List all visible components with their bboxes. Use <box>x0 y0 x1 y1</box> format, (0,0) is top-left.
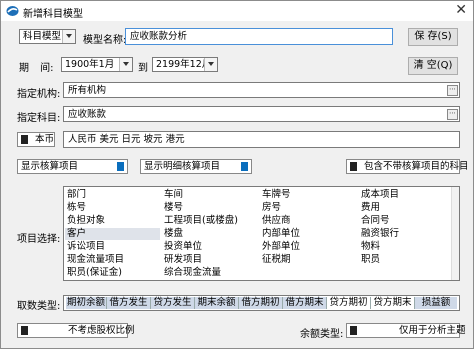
window-title: 新增科目模型 <box>23 9 83 20</box>
show-detail-toggle[interactable]: 显示明细核算项目 <box>140 159 252 174</box>
local-currency-toggle[interactable]: 本币 <box>17 132 55 147</box>
list-item[interactable]: 供应商 <box>262 215 291 227</box>
fetch-type-option[interactable]: 贷方期末 <box>371 297 414 309</box>
items-label: 项目选择: <box>17 234 61 245</box>
account-value: 应收账款 <box>68 109 107 120</box>
list-item[interactable]: 合同号 <box>361 215 390 227</box>
fetch-type-option[interactable]: 借方期末 <box>283 297 326 309</box>
toggle-indicator-icon <box>21 326 28 335</box>
org-label: 指定机构: <box>17 89 61 100</box>
toggle-indicator-icon <box>241 162 248 171</box>
items-listbox[interactable]: 部门 栋号 负担对象 客户 诉讼项目 现金流量项目 职员(保证金) 车间 楼号 工程项目(或楼盘)… <box>63 186 460 281</box>
account-input[interactable]: 应收账款 ⋯ <box>63 106 460 122</box>
fetch-type-option[interactable]: 贷方发生 <box>151 297 194 309</box>
browse-account-icon[interactable]: ⋯ <box>447 109 458 120</box>
browse-org-icon[interactable]: ⋯ <box>447 85 458 96</box>
list-item[interactable]: 职员 <box>361 254 380 266</box>
list-item[interactable]: 外部单位 <box>262 241 300 253</box>
equity-ratio-label: 不考虑股权比例 <box>68 325 135 336</box>
list-item[interactable]: 综合现金流量 <box>164 267 221 279</box>
list-item[interactable]: 诉讼项目 <box>67 241 105 253</box>
list-item[interactable]: 内部单位 <box>262 228 300 240</box>
list-item[interactable]: 楼号 <box>164 202 183 214</box>
period-to-select[interactable]: 2199年12月 <box>152 57 218 72</box>
toggle-indicator-icon <box>117 162 124 171</box>
period-label: 期 间: <box>19 63 54 74</box>
list-item[interactable]: 融资银行 <box>361 228 399 240</box>
list-item[interactable]: 职员(保证金) <box>67 267 122 279</box>
chevron-down-icon[interactable] <box>204 58 217 71</box>
list-item[interactable]: 物料 <box>361 241 380 253</box>
chevron-down-icon[interactable] <box>62 30 75 43</box>
include-no-items-label: 包含不带核算项目的科目 <box>364 161 469 172</box>
list-item[interactable]: 房号 <box>262 202 281 214</box>
items-scrollbar[interactable] <box>451 187 459 280</box>
dialog-window: 新增科目模型 ✕ 科目模型 模型名称: 应收账款分析 保 存(S) 期 间: 1… <box>0 0 474 349</box>
show-items-label: 显示核算项目 <box>21 161 79 172</box>
list-item[interactable]: 车间 <box>164 189 183 201</box>
fetch-type-label: 取数类型: <box>17 301 61 312</box>
list-item[interactable]: 部门 <box>67 189 86 201</box>
list-item[interactable]: 现金流量项目 <box>67 254 124 266</box>
list-item[interactable]: 工程项目(或楼盘) <box>164 215 238 227</box>
fetch-type-option[interactable]: 贷方期初 <box>327 297 370 309</box>
list-item[interactable]: 客户 <box>65 228 160 240</box>
list-item[interactable]: 楼盘 <box>164 228 183 240</box>
fetch-type-option[interactable]: 损益额 <box>415 297 457 309</box>
app-logo-icon <box>6 6 19 16</box>
list-item[interactable]: 车牌号 <box>262 189 291 201</box>
list-item[interactable]: 负担对象 <box>67 215 105 227</box>
list-item[interactable]: 费用 <box>361 202 380 214</box>
list-item[interactable]: 成本项目 <box>361 189 399 201</box>
list-item[interactable]: 栋号 <box>67 202 86 214</box>
clear-button[interactable]: 清 空(Q) <box>408 57 458 75</box>
list-item[interactable]: 征税期 <box>262 254 291 266</box>
org-input[interactable]: 所有机构 ⋯ <box>63 82 460 98</box>
balance-type-label: 余额类型: <box>300 329 344 340</box>
account-label: 指定科目: <box>17 113 61 124</box>
local-currency-label: 本币 <box>35 134 55 145</box>
equity-ratio-toggle[interactable]: 不考虑股权比例 <box>17 323 135 338</box>
close-button[interactable]: ✕ <box>455 2 467 18</box>
model-type-select[interactable]: 科目模型 <box>19 29 76 44</box>
list-item[interactable]: 研发项目 <box>164 254 202 266</box>
period-to-label: 到 <box>138 63 148 74</box>
fetch-type-option[interactable]: 借方期初 <box>239 297 282 309</box>
list-item[interactable]: 投资单位 <box>164 241 202 253</box>
analysis-only-label: 仅用于分析主题 <box>399 325 466 336</box>
period-from-select[interactable]: 1900年1月 <box>61 57 133 72</box>
period-to-value: 2199年12月 <box>156 59 212 70</box>
model-name-label: 模型名称: <box>83 35 127 46</box>
toggle-indicator-icon <box>21 135 28 144</box>
model-type-value: 科目模型 <box>23 31 62 42</box>
fetch-type-option[interactable]: 借方发生 <box>107 297 150 309</box>
show-detail-label: 显示明细核算项目 <box>144 161 221 172</box>
save-button[interactable]: 保 存(S) <box>408 28 458 46</box>
org-value: 所有机构 <box>68 85 107 96</box>
include-no-items-toggle[interactable]: 包含不带核算项目的科目 <box>346 159 469 174</box>
model-name-input[interactable]: 应收账款分析 <box>125 28 393 45</box>
fetch-type-bar[interactable]: 期初余额 借方发生 贷方发生 期末余额 借方期初 借方期末 贷方期初 贷方期末 损益额 <box>63 295 460 311</box>
currency-list[interactable]: 人民币 美元 日元 坡元 港元 <box>63 131 460 148</box>
analysis-only-toggle[interactable]: 仅用于分析主题 <box>346 323 466 338</box>
fetch-type-option[interactable]: 期初余额 <box>66 297 106 309</box>
toggle-indicator-icon <box>350 162 357 171</box>
period-from-value: 1900年1月 <box>65 59 115 70</box>
chevron-down-icon[interactable] <box>119 58 132 71</box>
title-bar: 新增科目模型 ✕ <box>1 1 473 21</box>
show-items-toggle[interactable]: 显示核算项目 <box>17 159 128 174</box>
toggle-indicator-icon <box>350 326 357 335</box>
fetch-type-option[interactable]: 期末余额 <box>195 297 238 309</box>
